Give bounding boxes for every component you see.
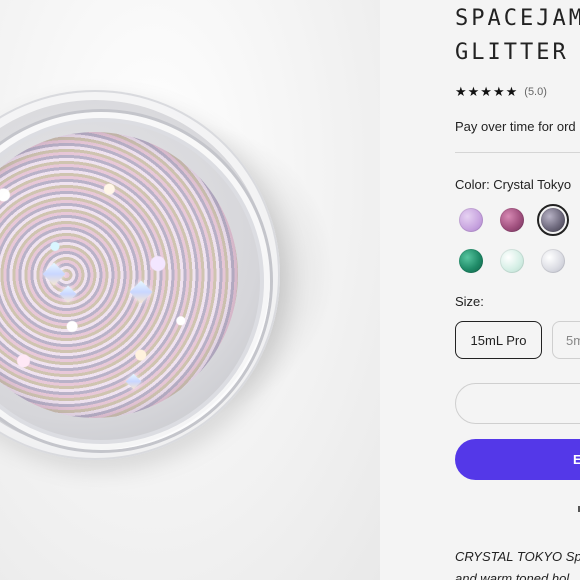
pay-over-time-text: Pay over time for ord [455,119,576,134]
product-image [0,0,380,580]
swatch-crystal-tokyo[interactable] [537,204,569,236]
add-to-bag-label: E [573,452,580,467]
swatch-emerald[interactable] [459,249,483,273]
swatch-silver-holo[interactable] [541,249,565,273]
product-title: SPACEJAM® GLITTER B [455,2,580,70]
size-option-15ml-pro[interactable]: 15mL Pro [455,321,542,359]
product-title-line2: GLITTER B [455,40,580,65]
divider [455,152,580,153]
description-line2: and warm toned hol [455,571,570,580]
size-label: Size: [455,294,484,309]
product-info-panel: SPACEJAM® GLITTER B ★★★★★ (5.0) Pay over… [380,0,580,580]
description-line1: CRYSTAL TOKYO Spa [455,549,580,564]
swatch-plum-sparkle[interactable] [500,208,524,232]
star-rating-icon: ★★★★★ [455,84,519,99]
rating[interactable]: ★★★★★ (5.0) [455,84,547,100]
quantity-selector[interactable] [455,383,580,424]
product-title-line1: SPACEJAM® [455,6,580,31]
swatch-mint-iridescent[interactable] [500,249,524,273]
add-to-bag-button[interactable]: E [455,439,580,480]
size-option-5ml[interactable]: 5m [552,321,580,359]
product-description: CRYSTAL TOKYO Spa and warm toned hol [455,546,580,580]
color-label: Color: Crystal Tokyo [455,177,572,192]
swatch-lavender[interactable] [459,208,483,232]
rating-count: (5.0) [524,86,547,98]
